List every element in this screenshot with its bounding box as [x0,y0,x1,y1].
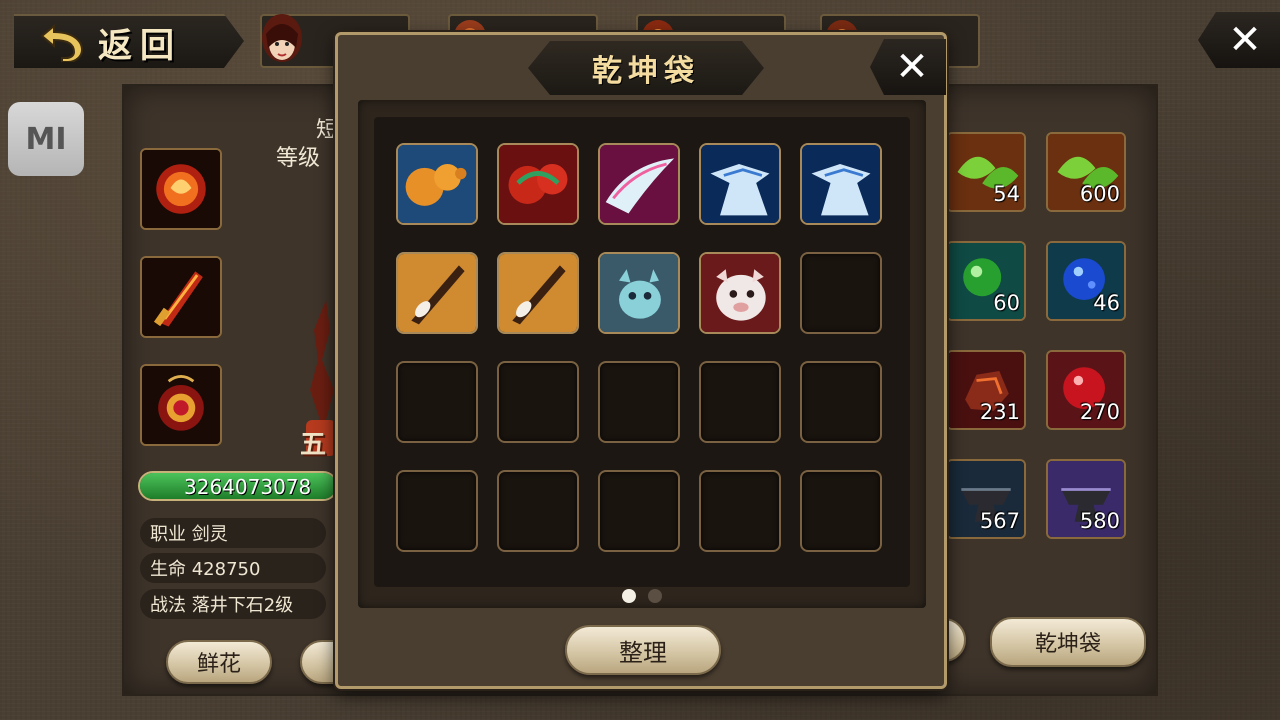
flower-button-label: 鲜花 [196,652,241,677]
level-label: 等级 [276,146,321,171]
bag-slot-4[interactable] [699,143,781,225]
bag-slot-14[interactable] [699,361,781,443]
blue-beast-icon [802,145,880,223]
skill-text: 战法 落井下石2级 [150,595,294,616]
bag-slot-11[interactable] [396,361,478,443]
page-dot-1[interactable] [622,589,636,603]
power-bar: 3264073078 [138,471,338,501]
bag-button-label: 乾坤袋 [1034,632,1101,657]
amulet-icon [142,366,220,444]
inv-slot-herb-2[interactable]: 600 [1046,132,1126,212]
brush-icon [499,254,577,332]
bag-slot-18[interactable] [598,470,680,552]
blue-beast-icon [701,145,779,223]
rank-badge: 五 [300,430,327,460]
inv-slot-anvil-1[interactable]: 567 [946,459,1026,539]
mi-label: MI [25,121,67,157]
sort-button-label: 整理 [619,638,667,667]
modal-title: 乾坤袋 [592,54,700,89]
class-row: 职业 剑灵 [140,518,326,548]
inv-count: 231 [979,400,1020,424]
inv-count: 567 [979,509,1020,533]
pig-pet-icon [701,254,779,332]
bag-button[interactable]: 乾坤袋 [990,617,1146,667]
equip-slot-necklace[interactable] [140,364,222,446]
fire-orb-icon [142,150,220,228]
modal-title-banner: 乾坤袋 [528,41,764,95]
close-icon: ✕ [1228,17,1262,63]
bag-slot-15[interactable] [800,361,882,443]
bag-slot-10[interactable] [800,252,882,334]
inv-count: 60 [993,291,1020,315]
brush-icon [398,254,476,332]
bag-slot-9[interactable] [699,252,781,334]
close-button[interactable]: ✕ [1198,12,1280,68]
bag-slot-7[interactable] [497,252,579,334]
bag-slot-13[interactable] [598,361,680,443]
bag-slot-19[interactable] [699,470,781,552]
modal-close-button[interactable]: ✕ [870,39,946,95]
inv-slot-ore[interactable]: 231 [946,350,1026,430]
close-icon: ✕ [895,44,929,90]
bag-slot-12[interactable] [497,361,579,443]
inv-slot-green-orb[interactable]: 60 [946,241,1026,321]
inv-slot-red-gem[interactable]: 270 [1046,350,1126,430]
skill-row: 战法 落井下石2级 [140,589,326,619]
flower-button[interactable]: 鲜花 [166,640,272,684]
inv-count: 580 [1079,509,1120,533]
back-button[interactable]: 返回 [14,14,244,68]
bag-slot-20[interactable] [800,470,882,552]
inv-slot-anvil-2[interactable]: 580 [1046,459,1126,539]
bag-grid-frame [358,100,926,608]
sword-icon [142,258,220,336]
bag-slot-2[interactable] [497,143,579,225]
bag-modal: 乾坤袋 ✕ 整理 [335,32,947,689]
red-gourd-icon [499,145,577,223]
dragon-pet-icon [600,254,678,332]
inv-count: 600 [1079,182,1120,206]
inv-count: 46 [1093,291,1120,315]
inv-count: 270 [1079,400,1120,424]
bag-slot-3[interactable] [598,143,680,225]
inv-slot-blue-gem[interactable]: 46 [1046,241,1126,321]
gourd-icon [398,145,476,223]
equip-slot-weapon[interactable] [140,256,222,338]
equip-slot-charm[interactable] [140,148,222,230]
inv-slot-herb-1[interactable]: 54 [946,132,1026,212]
bag-slot-1[interactable] [396,143,478,225]
hp-text: 生命 428750 [150,559,261,580]
bag-grid [374,117,910,587]
character-portrait-icon [262,14,302,62]
back-label: 返回 [98,25,182,66]
bag-slot-17[interactable] [497,470,579,552]
hp-row: 生命 428750 [140,553,326,583]
inv-count: 54 [993,182,1020,206]
page-dot-2[interactable] [648,589,662,603]
bag-slot-6[interactable] [396,252,478,334]
back-arrow-icon [40,23,84,62]
bag-slot-5[interactable] [800,143,882,225]
pink-feather-icon [600,145,678,223]
class-text: 职业 剑灵 [150,524,228,545]
bag-slot-16[interactable] [396,470,478,552]
mi-system-button[interactable]: MI [8,102,84,176]
bag-slot-8[interactable] [598,252,680,334]
power-value: 3264073078 [184,475,312,499]
sort-button[interactable]: 整理 [565,625,721,675]
